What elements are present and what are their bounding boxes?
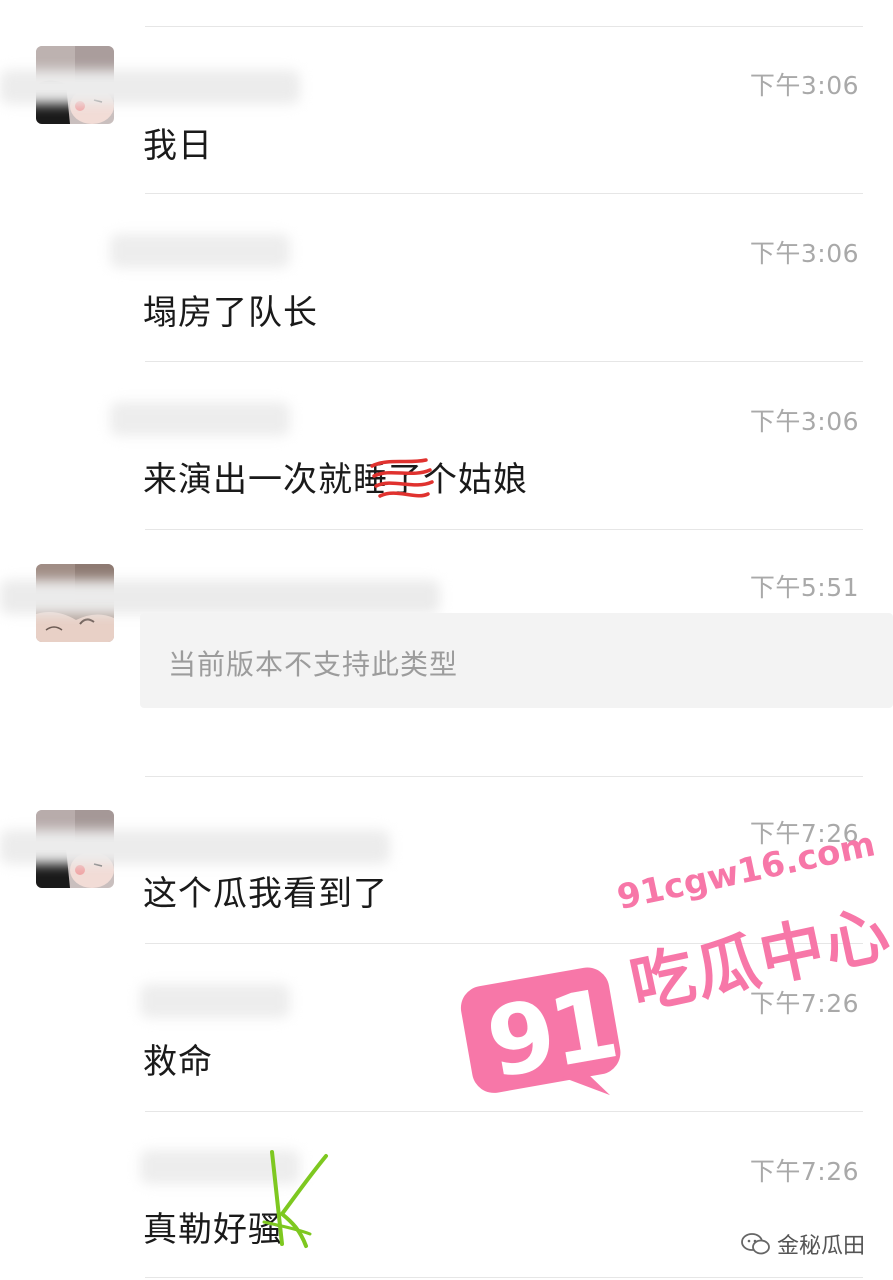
credit-text: 金秘瓜田 bbox=[776, 1234, 865, 1259]
unsupported-message-text: 当前版本不支持此类型 bbox=[168, 648, 459, 681]
divider bbox=[145, 776, 863, 777]
watermark-number: 91 bbox=[479, 967, 623, 1101]
message-text: 塌房了队长 bbox=[143, 293, 318, 333]
sender-name-blurred bbox=[110, 234, 290, 268]
unsupported-message-card[interactable]: 当前版本不支持此类型 bbox=[140, 613, 893, 708]
sender-name-blurred bbox=[140, 984, 290, 1018]
divider bbox=[145, 193, 863, 194]
divider bbox=[145, 1277, 863, 1278]
message-text: 真勒好骚 bbox=[143, 1210, 283, 1250]
message-text: 我日 bbox=[143, 126, 213, 166]
divider bbox=[145, 26, 863, 27]
sender-name-blurred bbox=[140, 1150, 300, 1184]
message-time: 下午5:51 bbox=[749, 573, 859, 602]
watermark-logo: 91 bbox=[458, 956, 626, 1108]
message-time: 下午3:06 bbox=[749, 71, 859, 100]
sender-name-blurred bbox=[0, 830, 390, 864]
message-time: 下午3:06 bbox=[749, 407, 859, 436]
sender-name-blurred bbox=[0, 580, 440, 614]
message-time: 下午7:26 bbox=[749, 1157, 859, 1186]
message-text: 救命 bbox=[143, 1042, 213, 1082]
divider bbox=[145, 1111, 863, 1112]
message-text: 来演出一次就睡了个姑娘 bbox=[143, 460, 528, 500]
wechat-icon bbox=[741, 1233, 770, 1255]
message-time: 下午3:06 bbox=[749, 239, 859, 268]
sender-name-blurred bbox=[0, 70, 300, 104]
sender-name-blurred bbox=[110, 402, 290, 436]
source-credit: 金秘瓜田 bbox=[741, 1228, 865, 1260]
divider bbox=[145, 361, 863, 362]
divider bbox=[145, 529, 863, 530]
message-text: 这个瓜我看到了 bbox=[143, 874, 388, 914]
